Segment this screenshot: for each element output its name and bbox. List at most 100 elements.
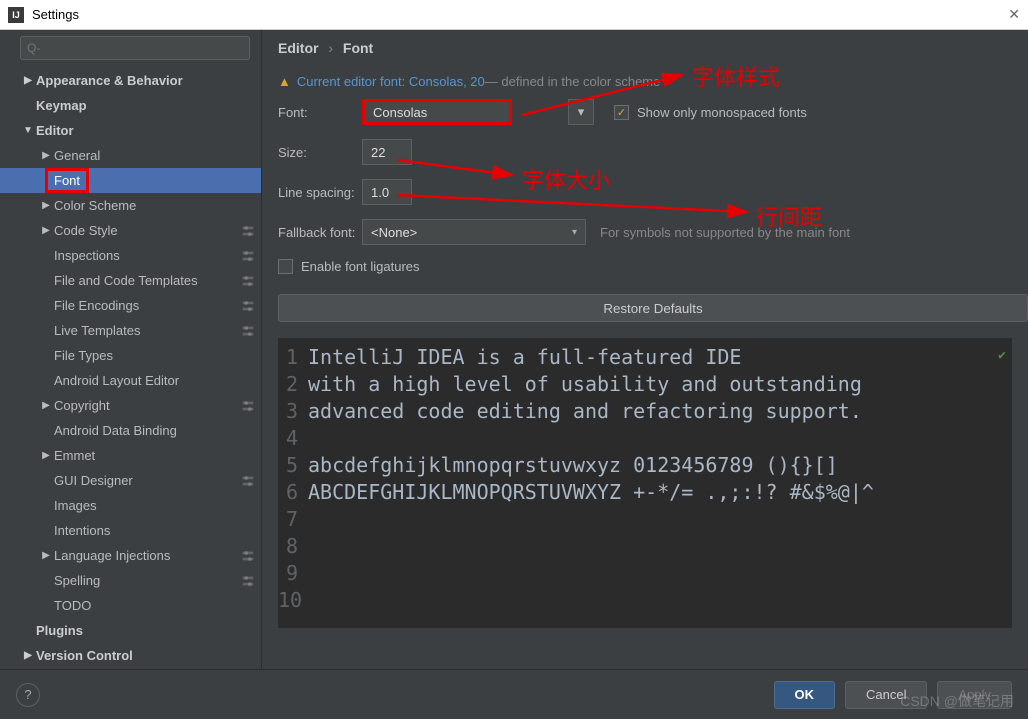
- sidebar-item-label: Emmet: [54, 448, 255, 463]
- scope-icon: [241, 324, 255, 338]
- fallback-dropdown[interactable]: <None> ▾: [362, 219, 586, 245]
- tree-arrow-icon: ▼: [22, 125, 34, 136]
- fallback-value: <None>: [371, 225, 417, 240]
- sidebar-item-color-scheme[interactable]: ▶Color Scheme: [0, 193, 261, 218]
- window-title: Settings: [32, 7, 79, 22]
- scope-icon: [241, 224, 255, 238]
- preview-line: 8: [278, 533, 1012, 560]
- spacing-input[interactable]: [362, 179, 412, 205]
- sidebar-item-label: Images: [54, 498, 255, 513]
- font-preview: ✔ 1IntelliJ IDEA is a full-featured IDE2…: [278, 338, 1012, 628]
- sidebar-item-file-and-code-templates[interactable]: File and Code Templates: [0, 268, 261, 293]
- preview-line: 4: [278, 425, 1012, 452]
- preview-text: IntelliJ IDEA is a full-featured IDE: [308, 344, 741, 371]
- tree-arrow-icon: ▶: [40, 225, 52, 236]
- sidebar-item-file-encodings[interactable]: File Encodings: [0, 293, 261, 318]
- watermark: CSDN @做笔记用: [900, 691, 1014, 711]
- sidebar-item-plugins[interactable]: Plugins: [0, 618, 261, 643]
- dialog-footer: ? OK Cancel Apply: [0, 669, 1028, 719]
- sidebar-item-android-layout-editor[interactable]: Android Layout Editor: [0, 368, 261, 393]
- font-label: Font:: [278, 105, 362, 120]
- line-number: 9: [278, 560, 308, 587]
- sidebar-item-font[interactable]: Font: [0, 168, 261, 193]
- tree-arrow-icon: ▶: [40, 400, 52, 411]
- sidebar-item-language-injections[interactable]: ▶Language Injections: [0, 543, 261, 568]
- preview-text: with a high level of usability and outst…: [308, 371, 862, 398]
- font-input[interactable]: [362, 99, 512, 125]
- spacing-label: Line spacing:: [278, 185, 362, 200]
- sidebar-item-label: Font: [48, 171, 86, 190]
- sidebar-item-label: Spelling: [54, 573, 241, 588]
- app-logo: IJ: [8, 7, 24, 23]
- sidebar-item-gui-designer[interactable]: GUI Designer: [0, 468, 261, 493]
- sidebar-item-images[interactable]: Images: [0, 493, 261, 518]
- current-font-link[interactable]: Current editor font: Consolas, 20: [297, 74, 485, 89]
- sidebar-item-emmet[interactable]: ▶Emmet: [0, 443, 261, 468]
- line-number: 8: [278, 533, 308, 560]
- help-button[interactable]: ?: [16, 683, 40, 707]
- sidebar-item-todo[interactable]: TODO: [0, 593, 261, 618]
- sidebar-item-label: Intentions: [54, 523, 255, 538]
- ok-button[interactable]: OK: [774, 681, 836, 709]
- sidebar-item-label: File Types: [54, 348, 255, 363]
- sidebar-item-appearance-behavior[interactable]: ▶Appearance & Behavior: [0, 68, 261, 93]
- size-input[interactable]: [362, 139, 412, 165]
- line-number: 5: [278, 452, 308, 479]
- ligatures-checkbox[interactable]: [278, 259, 293, 274]
- preview-line: 2with a high level of usability and outs…: [278, 371, 1012, 398]
- size-label: Size:: [278, 145, 362, 160]
- sidebar-item-label: File Encodings: [54, 298, 241, 313]
- mono-label: Show only monospaced fonts: [637, 105, 807, 120]
- line-number: 4: [278, 425, 308, 452]
- breadcrumb-editor[interactable]: Editor: [278, 40, 318, 56]
- line-number: 10: [278, 587, 308, 614]
- tree-arrow-icon: ▶: [22, 75, 34, 86]
- sidebar-item-editor[interactable]: ▼Editor: [0, 118, 261, 143]
- settings-sidebar: ▶Appearance & BehaviorKeymap▼Editor▶Gene…: [0, 30, 262, 669]
- search-input[interactable]: [20, 36, 250, 60]
- preview-text: ABCDEFGHIJKLMNOPQRSTUVWXYZ +-*/= .,;:!? …: [308, 479, 874, 506]
- line-number: 7: [278, 506, 308, 533]
- settings-tree[interactable]: ▶Appearance & BehaviorKeymap▼Editor▶Gene…: [0, 66, 261, 669]
- sidebar-item-label: Appearance & Behavior: [36, 73, 255, 88]
- preview-line: 3advanced code editing and refactoring s…: [278, 398, 1012, 425]
- sidebar-item-label: Android Layout Editor: [54, 373, 255, 388]
- sidebar-item-label: Inspections: [54, 248, 241, 263]
- sidebar-item-live-templates[interactable]: Live Templates: [0, 318, 261, 343]
- sidebar-item-general[interactable]: ▶General: [0, 143, 261, 168]
- scope-icon: [241, 549, 255, 563]
- scope-icon: [241, 274, 255, 288]
- fallback-label: Fallback font:: [278, 225, 362, 240]
- line-number: 6: [278, 479, 308, 506]
- line-number: 2: [278, 371, 308, 398]
- scope-icon: [241, 474, 255, 488]
- warning-row: ▲ Current editor font: Consolas, 20 — de…: [262, 70, 1028, 99]
- chevron-down-icon: ▾: [572, 227, 577, 238]
- sidebar-item-android-data-binding[interactable]: Android Data Binding: [0, 418, 261, 443]
- sidebar-item-code-style[interactable]: ▶Code Style: [0, 218, 261, 243]
- line-number: 1: [278, 344, 308, 371]
- restore-defaults-button[interactable]: Restore Defaults: [278, 294, 1028, 322]
- sidebar-item-label: Code Style: [54, 223, 241, 238]
- preview-line: 6ABCDEFGHIJKLMNOPQRSTUVWXYZ +-*/= .,;:!?…: [278, 479, 1012, 506]
- sidebar-item-copyright[interactable]: ▶Copyright: [0, 393, 261, 418]
- sidebar-item-label: File and Code Templates: [54, 273, 241, 288]
- preview-line: 7: [278, 506, 1012, 533]
- mono-checkbox[interactable]: ✓: [614, 105, 629, 120]
- scope-icon: [241, 574, 255, 588]
- ligatures-label: Enable font ligatures: [301, 259, 420, 274]
- sidebar-item-spelling[interactable]: Spelling: [0, 568, 261, 593]
- fallback-hint: For symbols not supported by the main fo…: [600, 225, 850, 240]
- tree-arrow-icon: ▶: [40, 200, 52, 211]
- sidebar-item-intentions[interactable]: Intentions: [0, 518, 261, 543]
- help-icon: ?: [24, 687, 31, 702]
- preview-line: 1IntelliJ IDEA is a full-featured IDE: [278, 344, 1012, 371]
- close-icon[interactable]: ✕: [1008, 6, 1020, 23]
- font-dropdown-arrow-icon[interactable]: ▾: [568, 99, 594, 125]
- preview-line: 10: [278, 587, 1012, 614]
- sidebar-item-inspections[interactable]: Inspections: [0, 243, 261, 268]
- sidebar-item-file-types[interactable]: File Types: [0, 343, 261, 368]
- sidebar-item-keymap[interactable]: Keymap: [0, 93, 261, 118]
- warning-rest: — defined in the color scheme: [485, 74, 661, 89]
- sidebar-item-version-control[interactable]: ▶Version Control: [0, 643, 261, 668]
